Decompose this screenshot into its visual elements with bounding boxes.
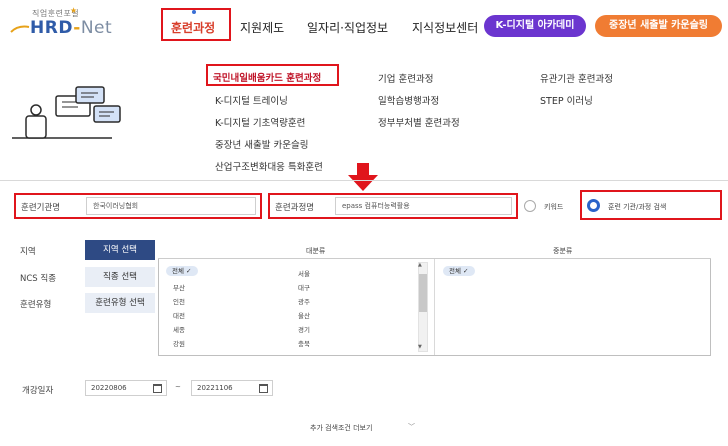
region-item[interactable]: 울산 <box>298 310 310 320</box>
training-type-label: 훈련유형 <box>20 300 52 310</box>
region-item[interactable]: 경기 <box>298 324 310 334</box>
major-category-header: 대분류 <box>306 247 326 255</box>
keyword-radio[interactable] <box>524 200 536 212</box>
minor-category-header: 중분류 <box>553 247 573 255</box>
region-item[interactable]: 세종 <box>173 324 185 334</box>
counseling-illustration <box>12 86 121 139</box>
org-course-search-label: 훈련 기관/과정 검색 <box>608 203 667 211</box>
minor-all-text: 전체 <box>449 267 461 275</box>
keyword-radio-label: 키워드 <box>544 203 564 211</box>
region-item[interactable]: 충북 <box>298 338 310 348</box>
course-name-label: 훈련과정명 <box>275 203 315 213</box>
hrd-net-logo[interactable]: HRD-Net <box>30 18 112 38</box>
active-indicator-dot <box>192 10 196 14</box>
logo-dash-text: - <box>73 18 81 38</box>
region-item-all[interactable]: 전체 ✓ <box>166 266 198 276</box>
nav-item-jobs[interactable]: 일자리·직업정보 <box>307 19 388 36</box>
calendar-icon[interactable] <box>153 384 162 393</box>
nav-item-training[interactable]: 훈련과정 <box>171 19 215 36</box>
minor-item-all[interactable]: 전체 ✓ <box>443 266 475 276</box>
ncs-label: NCS 직종 <box>20 274 57 284</box>
region-selector-header <box>158 239 711 259</box>
menu-item-midcareer-counseling[interactable]: 중장년 새출발 카운슬링 <box>215 137 308 151</box>
course-name-input[interactable]: epass 컴퓨터능력활용 <box>335 197 512 215</box>
logo-net-text: Net <box>80 18 113 38</box>
check-icon: ✓ <box>186 267 192 275</box>
date-range-separator: ~ <box>175 383 181 391</box>
more-conditions-toggle[interactable]: 추가 검색조건 더보기 <box>310 423 372 433</box>
menu-item-industry-change[interactable]: 산업구조변화대응 특화훈련 <box>215 159 323 173</box>
region-select-button[interactable]: 지역 선택 <box>85 240 155 260</box>
region-item[interactable]: 대구 <box>298 282 310 292</box>
menu-item-related-institution[interactable]: 유관기관 훈련과정 <box>540 71 613 85</box>
logo-swoosh-icon <box>10 25 30 33</box>
menu-item-k-digital-training[interactable]: K-디지털 트레이닝 <box>215 93 288 107</box>
region-label: 지역 <box>20 247 36 257</box>
region-item[interactable]: 부산 <box>173 282 185 292</box>
check-icon: ✓ <box>463 267 469 275</box>
nav-item-support[interactable]: 지원제도 <box>240 19 284 36</box>
logo-hrd-text: HRD <box>30 18 74 38</box>
region-item[interactable]: 강원 <box>173 338 185 348</box>
menu-item-k-digital-basic[interactable]: K-디지털 기초역량훈련 <box>215 115 305 129</box>
ncs-select-button[interactable]: 직종 선택 <box>85 267 155 287</box>
region-item[interactable]: 대전 <box>173 310 185 320</box>
menu-item-step-elearning[interactable]: STEP 이러닝 <box>540 93 593 107</box>
k-digital-academy-button[interactable]: K-디지털 아카데미 <box>484 15 586 37</box>
selector-divider <box>434 259 435 355</box>
chevron-down-icon[interactable]: ﹀ <box>408 422 415 432</box>
calendar-icon[interactable] <box>259 384 268 393</box>
logo-star-icon: ★ <box>70 6 78 15</box>
region-item[interactable]: 인천 <box>173 296 185 306</box>
start-date-label: 개강일자 <box>22 386 54 396</box>
midcareer-counseling-button[interactable]: 중장년 새출발 카운슬링 <box>595 15 722 37</box>
org-name-label: 훈련기관명 <box>21 203 61 213</box>
org-name-input[interactable]: 한국이러닝협회 <box>86 197 256 215</box>
menu-item-ministry-training[interactable]: 정부부처별 훈련과정 <box>378 115 460 129</box>
menu-item-naeil-card[interactable]: 국민내일배움카드 훈련과정 <box>213 70 321 84</box>
scrollbar-thumb[interactable] <box>419 274 427 312</box>
menu-item-company-training[interactable]: 기업 훈련과정 <box>378 71 433 85</box>
menu-item-work-study[interactable]: 일학습병행과정 <box>378 93 439 107</box>
org-course-search-radio[interactable] <box>587 199 600 212</box>
region-all-text: 전체 <box>172 267 184 275</box>
region-item[interactable]: 서울 <box>298 268 310 278</box>
nav-item-knowledge[interactable]: 지식정보센터 <box>412 19 478 36</box>
region-item[interactable]: 광주 <box>298 296 310 306</box>
scroll-up-icon[interactable]: ▲ <box>418 262 422 268</box>
training-type-select-button[interactable]: 훈련유형 선택 <box>85 293 155 313</box>
scroll-down-icon[interactable]: ▼ <box>418 344 422 350</box>
